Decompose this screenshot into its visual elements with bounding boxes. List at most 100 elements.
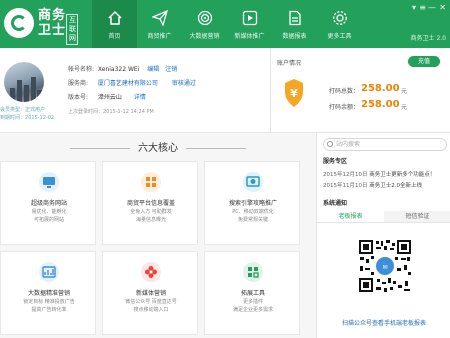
qr-code: ✉ bbox=[357, 238, 413, 294]
tab-sms-verify[interactable]: 短信验证 bbox=[384, 211, 450, 222]
due-label: 到期时间： bbox=[0, 115, 26, 121]
total-amount: 258.00 bbox=[361, 83, 400, 94]
card-desc: 更多插件 满足企业更多需求 bbox=[232, 299, 273, 313]
logo-text-line1: 商务 bbox=[38, 8, 67, 23]
skin-icon[interactable]: ▾ bbox=[412, 3, 416, 12]
nav-bigdata-marketing[interactable]: 大数据营销 bbox=[182, 0, 227, 48]
nav-trade-promotion[interactable]: 商贸推广 bbox=[137, 0, 182, 48]
search-icon bbox=[327, 141, 333, 147]
home-icon bbox=[107, 10, 122, 25]
card-title: 搜索引擎攻略推广 bbox=[228, 200, 277, 207]
news-item[interactable]: 2015年11月10日 商务卫士2.0全新上线 bbox=[323, 181, 422, 189]
core-section: 六大核心 超级商务网站 易优化、能孵化 可拓展的网站 商贸平台信息覆盖 全免入方 … bbox=[0, 133, 316, 338]
total-unit: 元 bbox=[401, 88, 408, 95]
menu-icon[interactable]: ≡ bbox=[419, 3, 426, 12]
close-icon[interactable]: ✕ bbox=[439, 3, 446, 12]
search-globe-icon bbox=[243, 172, 263, 192]
search-input[interactable]: 站内搜索 bbox=[323, 138, 447, 151]
detail-link[interactable]: 详情 bbox=[134, 94, 146, 101]
due-date: 2015-12-02 bbox=[25, 115, 55, 121]
svg-text:¥: ¥ bbox=[290, 87, 298, 100]
card-title: 新媒体营销 bbox=[135, 290, 166, 297]
provider-row: 服务商: 厦门喜艺建材有限公司 审核通过 bbox=[68, 80, 196, 88]
balance-amount: 258.00 bbox=[361, 99, 400, 110]
card-new-media[interactable]: 新媒体营销 微信公众号 百度直达号 搜点移动端入口 bbox=[102, 251, 198, 335]
nav-data-report[interactable]: 数据报表 bbox=[272, 0, 317, 48]
member-meta: 会员类型：正式用户 到期时间：2015-12-02 bbox=[0, 106, 54, 122]
recharge-button[interactable]: 充值 bbox=[408, 56, 440, 67]
nav-new-media[interactable]: 新媒体推广 bbox=[227, 0, 272, 48]
nav-data-report-label: 数据报表 bbox=[282, 33, 307, 40]
last-login: 上次登录时间：2015-1-12 14:24 PM bbox=[68, 109, 154, 115]
logo-text-line2: 卫士 bbox=[38, 23, 67, 38]
logout-link[interactable]: 注销 bbox=[165, 66, 177, 73]
nav-trade-label: 商贸推广 bbox=[147, 33, 172, 40]
card-title: 超级商务网站 bbox=[30, 200, 67, 207]
account-label: 帐号名称: bbox=[68, 66, 95, 73]
yen-shield-icon: ¥ bbox=[285, 79, 303, 107]
edit-link[interactable]: 编辑 bbox=[147, 66, 159, 73]
puzzle-icon bbox=[243, 262, 263, 282]
card-title: 拓展工具 bbox=[240, 290, 265, 297]
nav-more-tools[interactable]: 更多工具 bbox=[317, 0, 362, 48]
member-type: 会员类型：正式用户 bbox=[0, 107, 46, 113]
nav-more-tools-label: 更多工具 bbox=[327, 33, 352, 40]
account-row: 帐号名称: Xenia322 WEi 编辑 注销 bbox=[68, 66, 177, 74]
card-bigdata[interactable]: 大数据精准营销 锁定目标 精准投放广告 提高广告转化率 bbox=[0, 251, 96, 335]
card-desc: 全免入方 可助群发 海量信息曝光 bbox=[130, 209, 172, 223]
flower-icon bbox=[141, 262, 161, 282]
provider-label: 服务商: bbox=[68, 80, 89, 87]
provider-value[interactable]: 厦门喜艺建材有限公司 bbox=[98, 80, 158, 87]
qr-caption: 扫描公众号查看手机端老板报表 bbox=[341, 320, 426, 327]
version-label: 商务卫士 2.0 bbox=[410, 35, 446, 42]
news-item[interactable]: 2015年12月10日 商务卫士更新多个功能点！ bbox=[323, 170, 435, 178]
audit-status[interactable]: 审核通过 bbox=[172, 80, 196, 87]
card-extension-tools[interactable]: 拓展工具 更多插件 满足企业更多需求 bbox=[204, 251, 300, 335]
version-row: 版本号: 漳州云山 详情 bbox=[68, 94, 146, 102]
grid-icon bbox=[141, 172, 161, 192]
core-title: 六大核心 bbox=[0, 139, 316, 154]
app-window: 商务 卫士 互联网 首页 商贸推广 大数据营销 新媒体推广 数据报表 更多工具 … bbox=[0, 0, 450, 338]
version-value: 漳州云山 bbox=[97, 94, 122, 101]
nav-home[interactable]: 首页 bbox=[92, 0, 137, 48]
news-text: 商务卫士2.0全新上线 bbox=[369, 183, 422, 189]
news-text: 商务卫士更新多个功能点！ bbox=[369, 172, 436, 178]
card-title: 大数据精准营销 bbox=[27, 290, 70, 297]
logo-text: 商务 卫士 bbox=[38, 8, 66, 38]
logo: 商务 卫士 互联网 bbox=[4, 6, 90, 45]
account-panel: 账户情况 充值 ¥ 打码总数： 258.00 元 打码余额： 258.00 元 bbox=[270, 48, 450, 133]
card-trade-platform[interactable]: 商贸平台信息覆盖 全免入方 可助群发 海量信息曝光 bbox=[102, 161, 198, 245]
monitor-icon bbox=[39, 172, 59, 192]
document-icon bbox=[288, 10, 301, 26]
core-title-text: 六大核心 bbox=[138, 143, 178, 154]
logo-badge: 互联网 bbox=[66, 14, 78, 45]
card-desc: PC、移动双端优化 免费常规关键 bbox=[232, 209, 274, 223]
play-icon bbox=[242, 10, 257, 26]
account-title: 账户情况 bbox=[277, 60, 302, 67]
avatar[interactable] bbox=[4, 62, 44, 102]
card-desc: 易优化、能孵化 可拓展的网站 bbox=[31, 209, 67, 223]
tab-boss-report[interactable]: 老板报表 bbox=[317, 211, 384, 222]
chart-icon bbox=[39, 262, 59, 282]
right-sidebar: 站内搜索 服务专区 2015年12月10日 商务卫士更新多个功能点！ 2015年… bbox=[316, 133, 450, 338]
card-search-engine[interactable]: 搜索引擎攻略推广 PC、移动双端优化 免费常规关键 bbox=[204, 161, 300, 245]
card-title: 商贸平台信息覆盖 bbox=[126, 200, 175, 207]
nav-new-media-label: 新媒体推广 bbox=[234, 33, 265, 40]
logo-icon bbox=[4, 8, 34, 38]
balance-unit: 元 bbox=[401, 104, 408, 111]
news-date: 2015年12月10日 bbox=[323, 172, 368, 178]
notice-title: 系统通知 bbox=[323, 200, 348, 207]
minimize-icon[interactable]: — bbox=[428, 3, 436, 12]
gear-icon bbox=[332, 11, 347, 25]
card-website[interactable]: 超级商务网站 易优化、能孵化 可拓展的网站 bbox=[0, 161, 96, 245]
account-value: Xenia322 WEi bbox=[97, 66, 140, 73]
top-bar: 商务 卫士 互联网 首页 商贸推广 大数据营销 新媒体推广 数据报表 更多工具 … bbox=[0, 0, 450, 48]
search-placeholder: 站内搜索 bbox=[336, 141, 361, 148]
nav-home-label: 首页 bbox=[108, 33, 121, 40]
notice-tabs: 老板报表 短信验证 bbox=[317, 211, 450, 223]
card-desc: 微信公众号 百度直达号 搜点移动端入口 bbox=[125, 299, 177, 313]
nav-bigdata-label: 大数据营销 bbox=[189, 33, 220, 40]
news-date: 2015年11月10日 bbox=[323, 183, 368, 189]
version-label-profile: 版本号: bbox=[68, 94, 89, 101]
profile-panel: 会员类型：正式用户 到期时间：2015-12-02 帐号名称: Xenia322… bbox=[0, 48, 270, 133]
